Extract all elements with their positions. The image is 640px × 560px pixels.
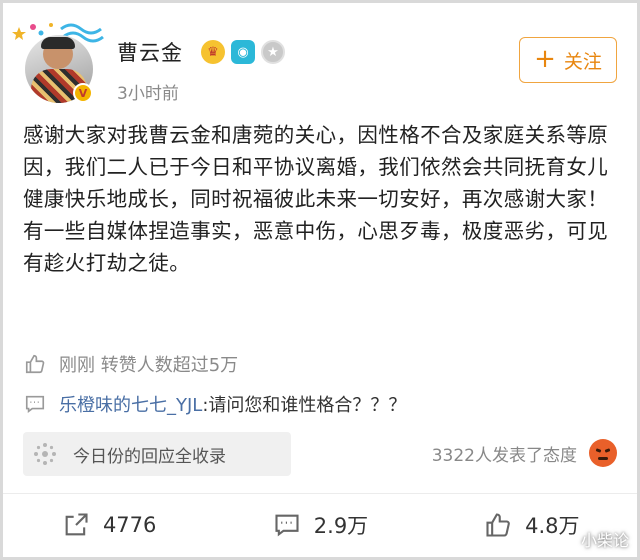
comment-username[interactable]: 乐橙味的七七_YJL bbox=[59, 391, 202, 417]
medal-icon[interactable]: ★ bbox=[261, 40, 285, 64]
reaction-count-text: 3322人发表了态度 bbox=[431, 445, 577, 466]
top-comment-row[interactable]: 乐橙味的七七_YJL :请问您和谁性格合？？？ bbox=[23, 391, 406, 417]
share-icon bbox=[61, 510, 91, 540]
verified-badge-icon: V bbox=[73, 83, 93, 103]
sparkle-icon bbox=[31, 440, 59, 468]
comment-text: :请问您和谁性格合？？？ bbox=[202, 395, 407, 416]
comment-button[interactable]: 2.9万 bbox=[214, 499, 425, 551]
avatar[interactable]: V bbox=[25, 35, 93, 103]
repost-count: 4776 bbox=[102, 513, 157, 537]
follow-button[interactable]: + 关注 bbox=[519, 37, 617, 83]
plus-icon: + bbox=[534, 43, 556, 74]
comment-icon bbox=[272, 510, 302, 540]
comment-count: 2.9万 bbox=[313, 514, 369, 538]
thumbs-up-icon bbox=[483, 510, 513, 540]
follow-label: 关注 bbox=[563, 50, 602, 73]
likes-summary-text: 刚刚 转赞人数超过5万 bbox=[59, 355, 239, 376]
topic-label: 今日份的回应全收录 bbox=[73, 446, 226, 467]
post-paragraph-2: 有一些自媒体捏造事实，恶意中伤，心思歹毒，极度恶劣，可见有趁火打劫之徒。 bbox=[23, 219, 609, 275]
crown-vip-icon[interactable]: ♛ bbox=[201, 40, 225, 64]
comment-icon bbox=[23, 392, 47, 416]
likes-summary-row[interactable]: 刚刚 转赞人数超过5万 bbox=[23, 351, 238, 377]
angry-face-icon bbox=[589, 439, 617, 467]
author-badges: ♛ ◉ ★ bbox=[201, 39, 285, 65]
camera-icon[interactable]: ◉ bbox=[231, 40, 255, 64]
repost-button[interactable]: 4776 bbox=[3, 499, 214, 551]
thumbs-up-icon bbox=[23, 352, 47, 376]
topic-chip[interactable]: 今日份的回应全收录 bbox=[23, 432, 291, 476]
post-paragraph-1: 感谢大家对我曹云金和唐菀的关心，因性格不合及家庭关系等原因，我们二人已于今日和平… bbox=[23, 123, 609, 211]
like-count: 4.8万 bbox=[525, 514, 580, 538]
watermark: 小柴论 bbox=[580, 531, 629, 550]
reaction-summary[interactable]: 3322人发表了态度 bbox=[432, 439, 617, 467]
action-bar: 4776 2.9万 4.8万 bbox=[3, 499, 637, 551]
weibo-post-card: V 曹云金 ♛ ◉ ★ 3小时前 + 关注 感谢大家对我曹云金和唐菀的关心，因性… bbox=[3, 3, 637, 557]
post-time: 3小时前 bbox=[117, 84, 179, 104]
divider bbox=[3, 493, 637, 494]
post-content: 感谢大家对我曹云金和唐菀的关心，因性格不合及家庭关系等原因，我们二人已于今日和平… bbox=[23, 119, 623, 279]
author-name[interactable]: 曹云金 bbox=[117, 37, 183, 67]
